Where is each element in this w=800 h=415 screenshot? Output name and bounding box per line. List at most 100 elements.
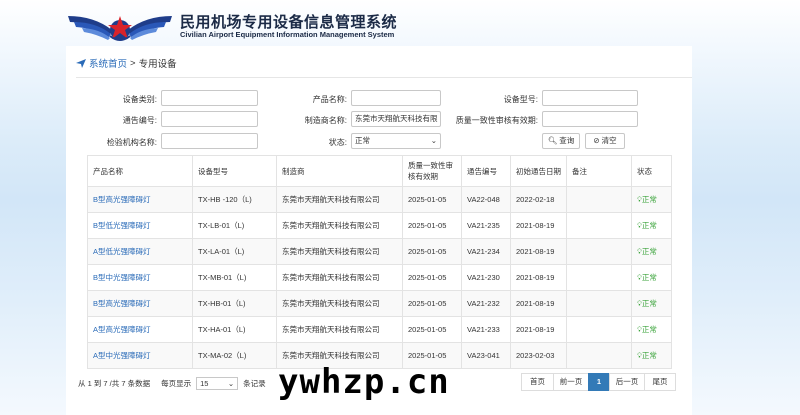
manufacturer-cell: 东莞市天翔航天科技有限公司	[276, 212, 403, 239]
date-cell: 2021-08-19	[510, 264, 567, 291]
civil-aviation-logo-icon	[68, 16, 172, 41]
send-arrow-icon	[76, 58, 86, 68]
search-button[interactable]: 🔍︎ 查询	[542, 133, 580, 149]
notice-no-cell: VA21-232	[461, 290, 511, 317]
clear-icon: ⊘	[593, 136, 600, 145]
clear-button[interactable]: ⊘ 清空	[585, 133, 625, 149]
column-header: 初始通告日期	[510, 155, 567, 187]
model-cell: TX-LA-01（L)	[192, 238, 277, 265]
clear-button-label: 清空	[601, 136, 617, 145]
status-cell: 💡︎正常	[631, 186, 672, 213]
date-cell: 2021-08-19	[510, 212, 567, 239]
status-select[interactable]: 正常 ⌄	[351, 133, 441, 149]
status-label: 状态:	[328, 138, 347, 147]
product-name-cell[interactable]: B型中光强障碍灯	[87, 264, 193, 291]
date-cell: 2021-08-19	[510, 238, 567, 265]
product-name-label: 产品名称:	[312, 95, 347, 104]
product-name-cell[interactable]: B型高光强障碍灯	[87, 186, 193, 213]
status-select-value: 正常	[355, 136, 370, 145]
per-page-select[interactable]: 15 ⌄	[196, 377, 239, 390]
status-text: 正常	[641, 247, 657, 256]
table-footer: 从 1 到 7 /共 7 条数据 每页显示 15 ⌄ 条记录	[78, 377, 266, 390]
inspection-agency-input[interactable]	[161, 133, 258, 149]
page-1-button[interactable]: 1	[588, 373, 610, 391]
column-header: 备注	[566, 155, 632, 187]
status-cell: 💡︎正常	[631, 316, 672, 343]
main-panel: 系统首页 > 专用设备 设备类别: 产品名称: 设备型号: 通告编号: 制造商名…	[66, 46, 692, 415]
note-cell	[566, 186, 632, 213]
status-text: 正常	[641, 221, 657, 230]
model-cell: TX-HB-01（L)	[192, 290, 277, 317]
breadcrumb-separator: >	[130, 57, 136, 69]
table-row: B型高光强障碍灯 TX-HB -120（L) 东莞市天翔航天科技有限公司 2025-0…	[87, 186, 672, 213]
manufacturer-cell: 东莞市天翔航天科技有限公司	[276, 186, 403, 213]
status-cell: 💡︎正常	[631, 238, 672, 265]
date-cell: 2021-08-19	[510, 316, 567, 343]
model-cell: TX-MB-01（L)	[192, 264, 277, 291]
status-text: 正常	[641, 273, 657, 282]
table-header-row: 产品名称 设备型号 制造商 质量一致性审核有效期 通告编号 初始通告日期 备注 …	[87, 155, 672, 187]
notice-no-cell: VA21-234	[461, 238, 511, 265]
breadcrumb-current: 专用设备	[138, 59, 177, 70]
record-range-text: 从 1 到 7 /共 7 条数据	[78, 379, 151, 388]
manufacturer-cell: 东莞市天翔航天科技有限公司	[276, 316, 403, 343]
search-icon: 🔍︎	[547, 136, 558, 145]
product-name-cell[interactable]: A型高光强障碍灯	[87, 316, 193, 343]
column-header: 状态	[631, 155, 672, 187]
table-row: B型低光强障碍灯 TX-LB-01（L) 东莞市天翔航天科技有限公司 2025-01-…	[87, 212, 672, 239]
validity-input[interactable]	[542, 111, 638, 127]
device-category-label: 设备类别:	[122, 95, 157, 104]
search-button-label: 查询	[559, 136, 575, 145]
manufacturer-cell: 东莞市天翔航天科技有限公司	[276, 290, 403, 317]
device-category-input[interactable]	[161, 90, 258, 106]
status-text: 正常	[641, 325, 657, 334]
notice-no-cell: VA21-233	[461, 316, 511, 343]
manufacturer-label: 制造商名称:	[304, 116, 347, 125]
notice-no-cell: VA22-048	[461, 186, 511, 213]
inspection-agency-label: 检验机构名称:	[106, 138, 157, 147]
validity-cell: 2025-01-05	[402, 238, 462, 265]
system-title: 民用机场专用设备信息管理系统	[180, 14, 398, 31]
status-cell: 💡︎正常	[631, 212, 672, 239]
device-model-input[interactable]	[542, 90, 638, 106]
breadcrumb: 系统首页 > 专用设备	[76, 56, 177, 70]
notice-no-cell: VA21-230	[461, 264, 511, 291]
note-cell	[566, 342, 632, 369]
manufacturer-input[interactable]: 东莞市天翔航天科技有限	[351, 111, 441, 127]
last-page-button[interactable]: 尾页	[644, 373, 676, 391]
status-cell: 💡︎正常	[631, 264, 672, 291]
table-row: B型高光强障碍灯 TX-HB-01（L) 东莞市天翔航天科技有限公司 2025-01-…	[87, 290, 672, 317]
breadcrumb-divider	[76, 77, 692, 78]
header: 民用机场专用设备信息管理系统 Civilian Airport Equipmen…	[66, 8, 486, 46]
date-cell: 2023-02-03	[510, 342, 567, 369]
per-page-label: 每页显示	[161, 379, 192, 388]
breadcrumb-home-link[interactable]: 系统首页	[89, 56, 127, 70]
model-cell: TX-HB -120（L)	[192, 186, 277, 213]
status-text: 正常	[641, 195, 657, 204]
next-page-button[interactable]: 后一页	[609, 373, 645, 391]
product-name-cell[interactable]: B型高光强障碍灯	[87, 290, 193, 317]
column-header: 通告编号	[461, 155, 511, 187]
column-header: 产品名称	[87, 155, 193, 187]
note-cell	[566, 290, 632, 317]
notice-no-input[interactable]	[161, 111, 258, 127]
validity-label: 质量一致性审核有效期:	[455, 116, 538, 125]
note-cell	[566, 316, 632, 343]
product-name-cell[interactable]: B型低光强障碍灯	[87, 212, 193, 239]
prev-page-button[interactable]: 前一页	[553, 373, 589, 391]
product-name-cell[interactable]: A型低光强障碍灯	[87, 238, 193, 265]
table-row: B型中光强障碍灯 TX-MB-01（L) 东莞市天翔航天科技有限公司 2025-01-…	[87, 264, 672, 291]
manufacturer-cell: 东莞市天翔航天科技有限公司	[276, 238, 403, 265]
note-cell	[566, 238, 632, 265]
product-name-cell[interactable]: A型中光强障碍灯	[87, 342, 193, 369]
product-name-input[interactable]	[351, 90, 441, 106]
validity-cell: 2025-01-05	[402, 264, 462, 291]
column-header: 设备型号	[192, 155, 277, 187]
system-subtitle: Civilian Airport Equipment Information M…	[180, 30, 395, 39]
first-page-button[interactable]: 首页	[521, 373, 554, 391]
note-cell	[566, 264, 632, 291]
status-text: 正常	[641, 351, 657, 360]
status-text: 正常	[641, 299, 657, 308]
table-row: A型高光强障碍灯 TX-HA-01（L) 东莞市天翔航天科技有限公司 2025-01-…	[87, 316, 672, 343]
pagination: 首页 前一页 1 后一页 尾页	[521, 373, 676, 391]
